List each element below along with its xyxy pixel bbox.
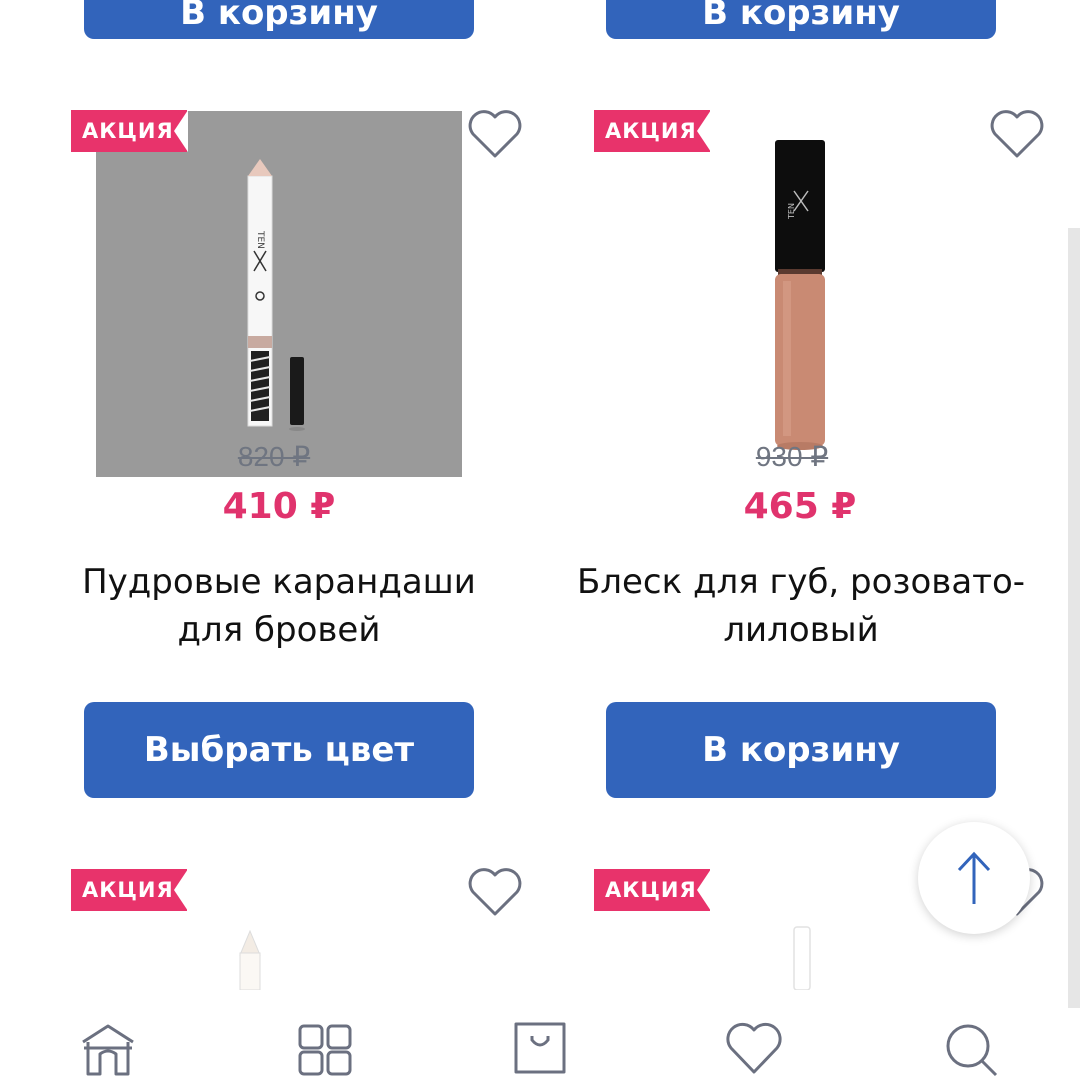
product-image[interactable]: TEN [618,111,984,477]
pencil-image [239,929,261,990]
favorite-heart-icon[interactable] [466,866,524,918]
choose-color-button[interactable]: Выбрать цвет [84,702,474,798]
sale-badge: АКЦИЯ [71,869,188,911]
product-title[interactable]: Пудровые карандаши для бровей [44,558,514,654]
favorites-heart-icon[interactable] [724,1018,784,1078]
sale-price: 465 ₽ [743,486,857,527]
scroll-to-top-button[interactable] [918,822,1030,934]
favorite-heart-icon[interactable] [466,108,524,160]
favorite-heart-icon[interactable] [988,108,1046,160]
product-image[interactable]: TEN [96,111,462,477]
svg-text:TEN: TEN [255,230,265,249]
add-to-cart-button-top-right[interactable]: В корзину [606,0,996,39]
sale-badge: АКЦИЯ [71,110,188,152]
brow-pencil-image: TEN [247,159,305,431]
cart-bag-icon[interactable] [510,1018,570,1078]
old-price: 930 ₽ [755,441,829,472]
catalog-grid-icon[interactable] [296,1018,356,1078]
add-to-cart-button-top-left[interactable]: В корзину [84,0,474,39]
scrollbar[interactable] [1068,228,1080,1008]
sale-badge: АКЦИЯ [594,869,711,911]
sale-price: 410 ₽ [222,486,336,527]
svg-text:TEN: TEN [787,203,796,220]
add-to-cart-button[interactable]: В корзину [606,702,996,798]
lip-gloss-image: TEN [775,140,825,450]
product-image-partial [793,926,811,990]
old-price: 820 ₽ [237,441,311,472]
home-icon[interactable] [78,1018,138,1078]
product-title[interactable]: Блеск для губ, розовато- лиловый [566,558,1036,654]
sale-badge: АКЦИЯ [594,110,711,152]
arrow-up-icon [957,851,991,904]
search-icon[interactable] [942,1018,1002,1078]
